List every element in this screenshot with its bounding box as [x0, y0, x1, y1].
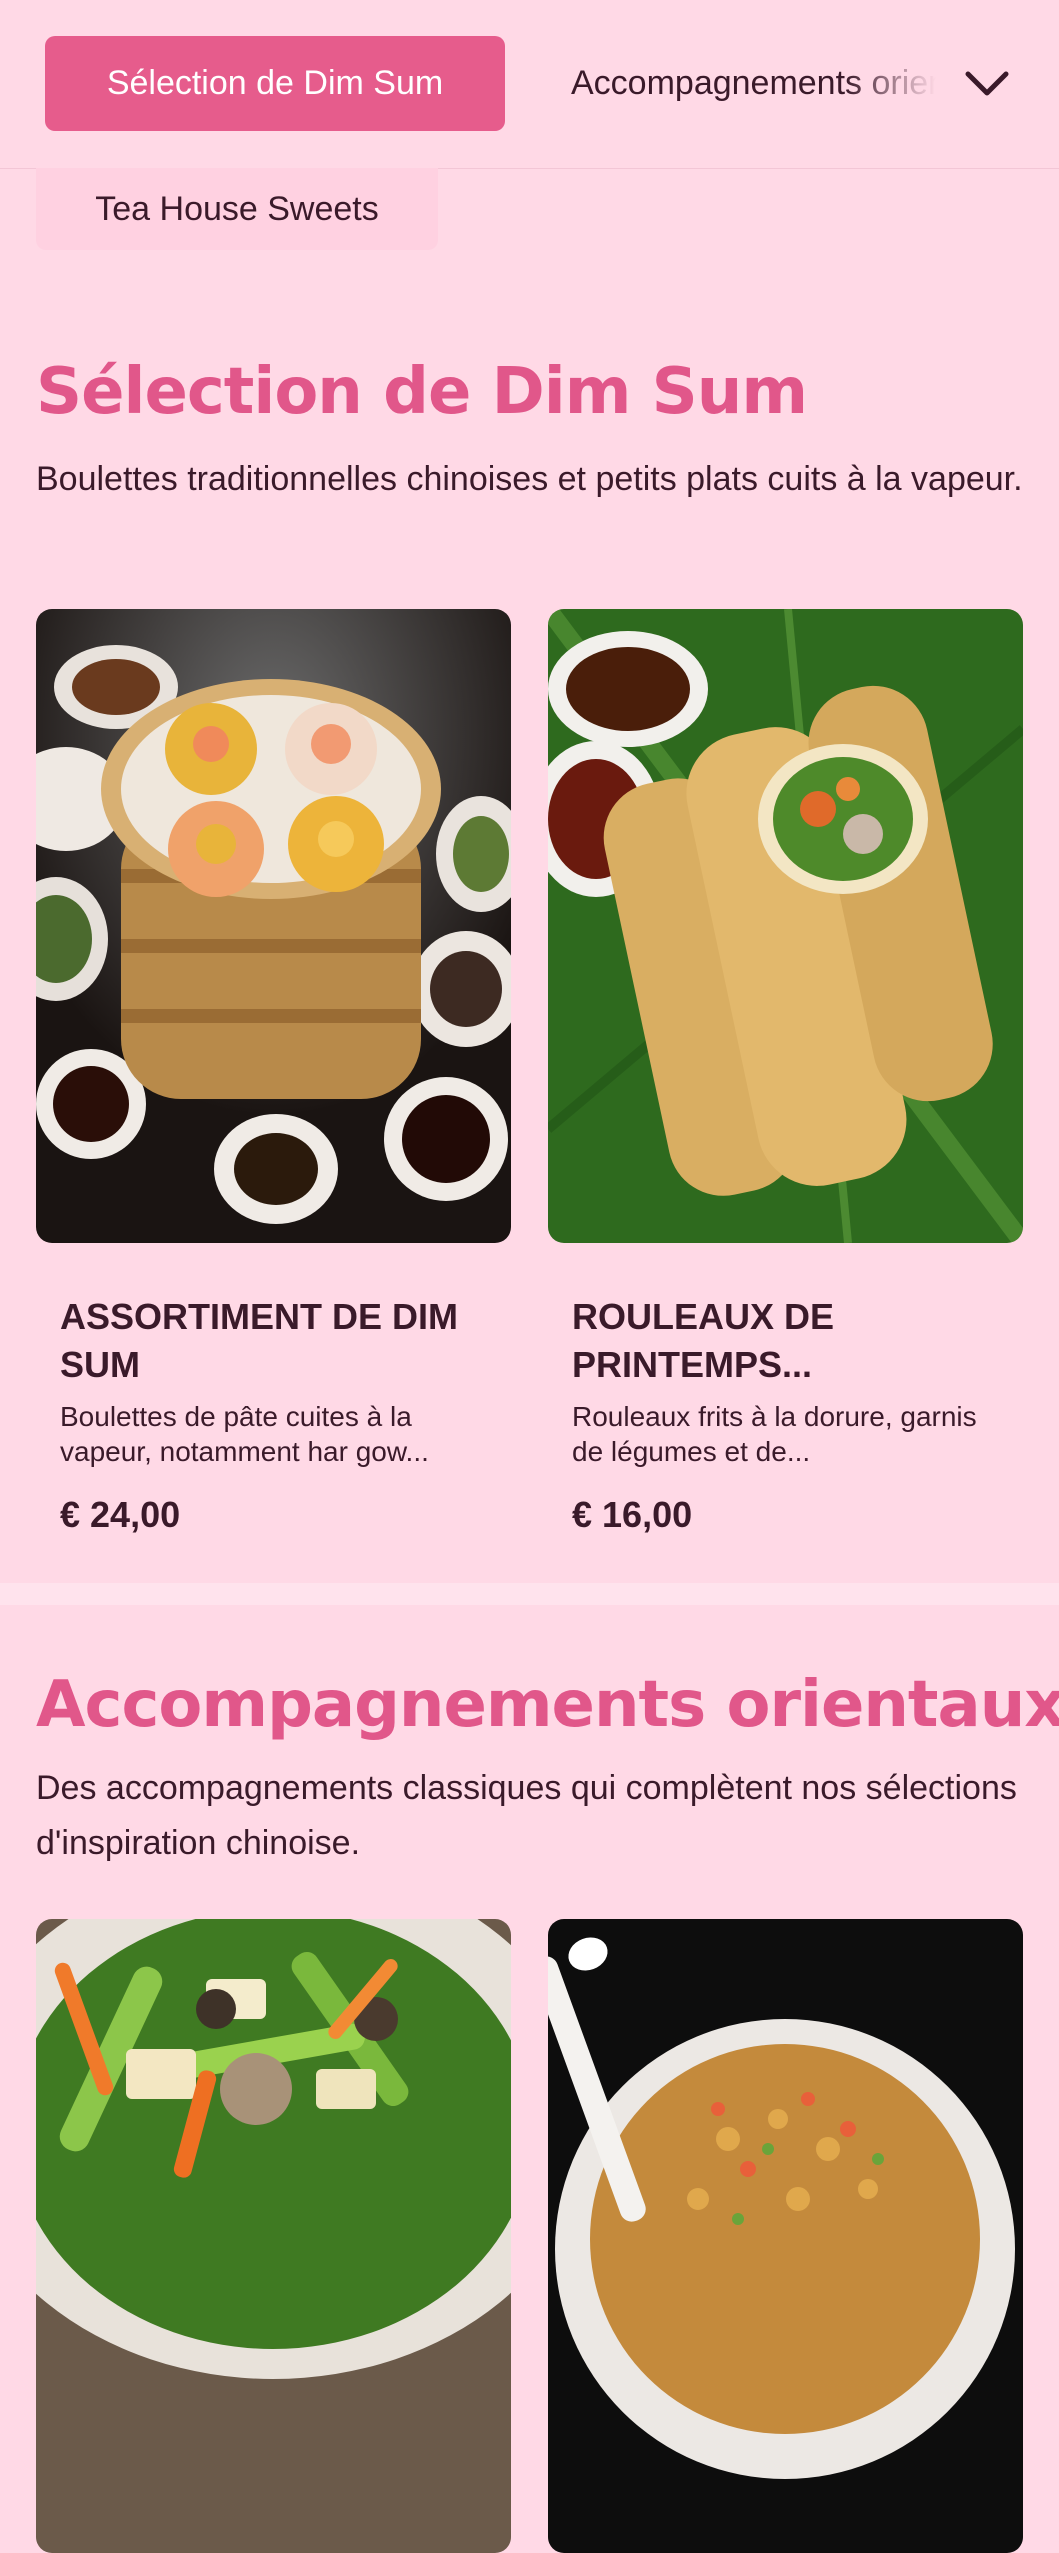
- section-description-accompaniments: Des accompagnements classiques qui compl…: [36, 1769, 1017, 1862]
- menu-item-name: ROULEAUX DE PRINTEMPS...: [572, 1296, 835, 1385]
- section-description-dim-sum: Boulettes traditionnelles chinoises et p…: [36, 460, 1023, 498]
- chevron-down-icon[interactable]: [955, 52, 1019, 116]
- category-nav: Sélection de Dim Sum Accompagnements ori…: [0, 0, 1059, 169]
- category-pill-tea-house-sweets[interactable]: Tea House Sweets: [36, 168, 438, 250]
- menu-item-card[interactable]: [36, 1919, 511, 2553]
- spring-rolls-image[interactable]: [548, 609, 1023, 1243]
- section-divider: [0, 1583, 1059, 1605]
- section-title-dim-sum: Sélection de Dim Sum: [36, 355, 808, 429]
- menu-item-name: ASSORTIMENT DE DIM SUM: [60, 1296, 459, 1385]
- menu-item-card[interactable]: [548, 1919, 1023, 2553]
- fried-rice-image[interactable]: [548, 1919, 1023, 2553]
- menu-item-card[interactable]: ASSORTIMENT DE DIM SUM Boulettes de pâte…: [36, 609, 511, 1536]
- category-pill-dim-sum[interactable]: Sélection de Dim Sum: [45, 36, 505, 131]
- category-pill-accompaniments[interactable]: Accompagnements orientaux: [571, 36, 936, 131]
- stir-fried-vegetables-image[interactable]: [36, 1919, 511, 2553]
- menu-item-description: Rouleaux frits à la dorure, garnis de lé…: [572, 1401, 977, 1467]
- menu-item-card[interactable]: ROULEAUX DE PRINTEMPS... Rouleaux frits …: [548, 609, 1023, 1536]
- section-title-accompaniments: Accompagnements orientaux: [36, 1668, 1059, 1742]
- menu-item-price: € 16,00: [572, 1494, 693, 1535]
- menu-item-price: € 24,00: [60, 1494, 181, 1535]
- menu-item-description: Boulettes de pâte cuites à la vapeur, no…: [60, 1401, 429, 1467]
- dim-sum-image[interactable]: [36, 609, 511, 1243]
